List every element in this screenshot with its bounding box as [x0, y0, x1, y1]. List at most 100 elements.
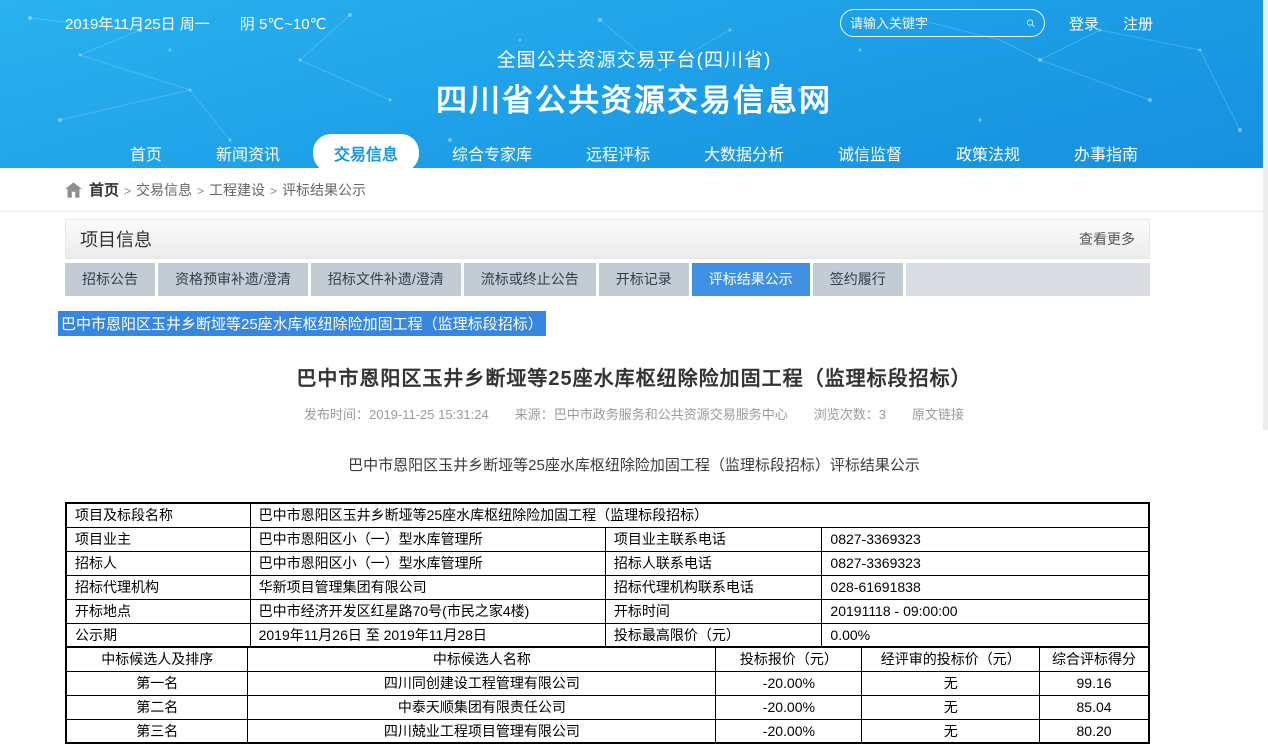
tab-filler: [906, 263, 1150, 296]
tab-7[interactable]: 签约履行: [813, 263, 903, 296]
info-table-row-4: 招标代理机构华新项目管理集团有限公司招标代理机构联系电话028-61691838: [66, 575, 1149, 599]
search-icon[interactable]: [1026, 14, 1035, 32]
nav-item-8[interactable]: 政策法规: [935, 134, 1041, 168]
info-table-row-6: 公示期2019年11月26日 至 2019年11月28日投标最高限价（元）0.0…: [66, 623, 1149, 647]
info-cell-r2c2: 巴中市恩阳区小（一）型水库管理所: [250, 527, 605, 551]
info-cell-r6c3: 投标最高限价（元）: [605, 623, 822, 647]
date-text: 2019年11月25日 周一: [65, 13, 210, 34]
result-cell-r1c1: 第一名: [66, 671, 248, 695]
weather-text: 阴 5℃~10℃: [240, 13, 327, 34]
info-cell-r5c3: 开标时间: [605, 599, 822, 623]
nav-item-9[interactable]: 办事指南: [1053, 134, 1159, 168]
meta-item-1: 发布时间：2019-11-25 15:31:24: [304, 404, 489, 423]
result-cell-r1c4: 无: [862, 671, 1040, 695]
result-cell-r2c5: 85.04: [1040, 695, 1149, 719]
result-table-row-3: 第三名四川兢业工程项目管理有限公司-20.00%无80.20: [66, 719, 1149, 743]
result-table-row-2: 第二名中泰天顺集团有限责任公司-20.00%无85.04: [66, 695, 1149, 719]
result-header-1: 中标候选人及排序: [66, 647, 248, 671]
login-link[interactable]: 登录: [1069, 13, 1099, 34]
breadcrumb-item-1[interactable]: 首页: [89, 182, 119, 199]
main-content: 项目信息 查看更多 招标公告资格预审补遗/澄清招标文件补遗/澄清流标或终止公告开…: [65, 219, 1150, 296]
breadcrumb-item-4[interactable]: 评标结果公示: [282, 182, 366, 198]
meta-item-4[interactable]: 原文链接: [912, 404, 964, 423]
nav-item-3[interactable]: 交易信息: [313, 134, 419, 168]
breadcrumb-item-3[interactable]: 工程建设: [209, 182, 265, 198]
info-cell-r1c1: 项目及标段名称: [66, 503, 250, 527]
result-cell-r2c4: 无: [862, 695, 1040, 719]
info-cell-r3c4: 0827-3369323: [822, 551, 1149, 575]
info-cell-r3c2: 巴中市恩阳区小（一）型水库管理所: [250, 551, 605, 575]
info-cell-r3c3: 招标人联系电话: [605, 551, 822, 575]
tab-3[interactable]: 招标文件补遗/澄清: [311, 263, 461, 296]
search-input[interactable]: [850, 16, 1026, 31]
info-cell-r2c4: 0827-3369323: [822, 527, 1149, 551]
result-cell-r3c2: 四川兢业工程项目管理有限公司: [248, 719, 716, 743]
document-subtitle: 巴中市恩阳区玉井乡断垭等25座水库枢纽除险加固工程（监理标段招标）评标结果公示: [0, 454, 1268, 475]
breadcrumb-separator: >: [124, 184, 131, 198]
result-cell-r3c1: 第三名: [66, 719, 248, 743]
result-cell-r1c5: 99.16: [1040, 671, 1149, 695]
result-header-4: 经评审的投标价（元）: [862, 647, 1040, 671]
site-subtitle: 全国公共资源交易平台(四川省): [0, 45, 1268, 72]
result-cell-r1c3: -20.00%: [716, 671, 862, 695]
scrollbar-thumb[interactable]: [1263, 0, 1268, 430]
result-cell-r2c1: 第二名: [66, 695, 248, 719]
info-cell-r1c2: 巴中市恩阳区玉井乡断垭等25座水库枢纽除险加固工程（监理标段招标）: [250, 503, 1149, 527]
meta-item-3: 浏览次数：3: [814, 404, 886, 423]
breadcrumb-item-2[interactable]: 交易信息: [136, 182, 192, 198]
article-meta: 发布时间：2019-11-25 15:31:24 来源：巴中市政务服务和公共资源交…: [0, 404, 1268, 423]
info-cell-r4c1: 招标代理机构: [66, 575, 250, 599]
info-cell-r6c2: 2019年11月26日 至 2019年11月28日: [250, 623, 605, 647]
scrollbar[interactable]: [1263, 0, 1268, 750]
info-table-row-5: 开标地点巴中市经济开发区红星路70号(市民之家4楼)开标时间20191118 -…: [66, 599, 1149, 623]
result-cell-r1c2: 四川同创建设工程管理有限公司: [248, 671, 716, 695]
nav-item-7[interactable]: 诚信监督: [817, 134, 923, 168]
bid-result-table: 中标候选人及排序中标候选人名称投标报价（元）经评审的投标价（元）综合评标得分 第…: [65, 646, 1150, 744]
nav-item-5[interactable]: 远程评标: [565, 134, 671, 168]
section-bar: 项目信息 查看更多: [65, 219, 1150, 259]
result-header-2: 中标候选人名称: [248, 647, 716, 671]
info-cell-r4c4: 028-61691838: [822, 575, 1149, 599]
info-cell-r2c3: 项目业主联系电话: [605, 527, 822, 551]
tab-6[interactable]: 评标结果公示: [692, 263, 810, 296]
breadcrumb-separator: >: [270, 184, 277, 198]
home-icon[interactable]: [65, 182, 82, 198]
tab-5[interactable]: 开标记录: [599, 263, 689, 296]
info-cell-r6c1: 公示期: [66, 623, 250, 647]
tab-row: 招标公告资格预审补遗/澄清招标文件补遗/澄清流标或终止公告开标记录评标结果公示签…: [65, 263, 1150, 296]
register-link[interactable]: 注册: [1123, 13, 1153, 34]
info-cell-r5c2: 巴中市经济开发区红星路70号(市民之家4楼): [250, 599, 605, 623]
result-cell-r3c3: -20.00%: [716, 719, 862, 743]
meta-item-2: 来源：巴中市政务服务和公共资源交易服务中心: [515, 404, 788, 423]
page-title: 项目信息: [80, 226, 152, 252]
breadcrumb-separator: >: [197, 184, 204, 198]
info-cell-r4c2: 华新项目管理集团有限公司: [250, 575, 605, 599]
view-more-link[interactable]: 查看更多: [1079, 229, 1135, 249]
article-title: 巴中市恩阳区玉井乡断垭等25座水库枢纽除险加固工程（监理标段招标）: [0, 362, 1268, 391]
tables-area: 项目及标段名称巴中市恩阳区玉井乡断垭等25座水库枢纽除险加固工程（监理标段招标）…: [65, 502, 1150, 744]
result-cell-r3c4: 无: [862, 719, 1040, 743]
nav-item-2[interactable]: 新闻资讯: [195, 134, 301, 168]
tab-4[interactable]: 流标或终止公告: [464, 263, 596, 296]
site-header: 2019年11月25日 周一 阴 5℃~10℃ 登录 注册 全国公共资源交易平台…: [0, 0, 1268, 168]
site-title: 四川省公共资源交易信息网: [0, 75, 1268, 120]
project-title-link[interactable]: 巴中市恩阳区玉井乡断垭等25座水库枢纽除险加固工程（监理标段招标）: [58, 311, 546, 336]
info-cell-r2c1: 项目业主: [66, 527, 250, 551]
nav-item-4[interactable]: 综合专家库: [431, 134, 553, 168]
tab-2[interactable]: 资格预审补遗/澄清: [158, 263, 308, 296]
info-cell-r5c4: 20191118 - 09:00:00: [822, 599, 1149, 623]
article: 巴中市恩阳区玉井乡断垭等25座水库枢纽除险加固工程（监理标段招标） 巴中市恩阳区…: [0, 296, 1268, 475]
topbar: 2019年11月25日 周一 阴 5℃~10℃ 登录 注册: [0, 0, 1268, 37]
info-cell-r6c4: 0.00%: [822, 623, 1149, 647]
info-cell-r5c1: 开标地点: [66, 599, 250, 623]
result-table-row-1: 第一名四川同创建设工程管理有限公司-20.00%无99.16: [66, 671, 1149, 695]
result-header-5: 综合评标得分: [1040, 647, 1149, 671]
result-cell-r3c5: 80.20: [1040, 719, 1149, 743]
tab-1[interactable]: 招标公告: [65, 263, 155, 296]
nav-item-6[interactable]: 大数据分析: [683, 134, 805, 168]
info-cell-r4c3: 招标代理机构联系电话: [605, 575, 822, 599]
result-header-3: 投标报价（元）: [716, 647, 862, 671]
search-box[interactable]: [840, 9, 1045, 37]
nav-item-1[interactable]: 首页: [109, 134, 183, 168]
breadcrumb: 首页 > 交易信息 > 工程建设 > 评标结果公示: [0, 168, 1268, 212]
